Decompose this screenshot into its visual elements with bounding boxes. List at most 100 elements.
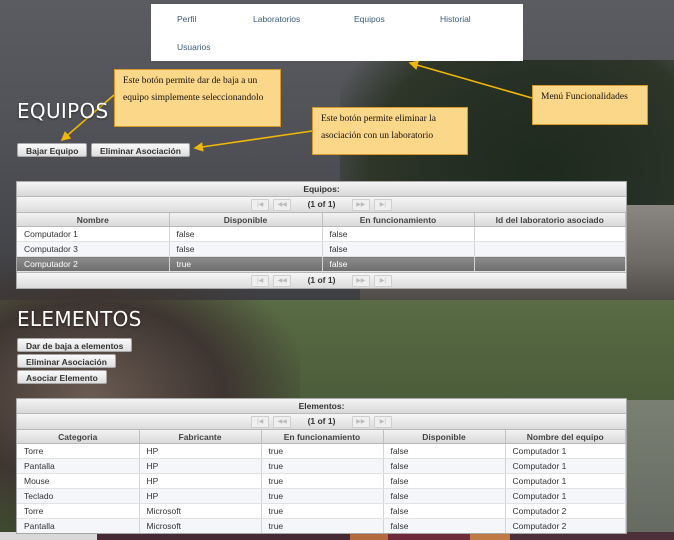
prev-page-button[interactable]: ◀◀ [273,415,292,428]
menu-item-usuarios[interactable]: Usuarios [177,42,211,52]
cell: true [261,443,384,459]
next-page-button[interactable]: ▶▶ [351,415,370,428]
cell: false [322,241,475,257]
cell: false [322,256,475,272]
table-row[interactable]: Torre HP true false Computador 1 [17,443,626,459]
cell: true [169,256,323,272]
menu-item-historial[interactable]: Historial [440,14,471,24]
col-fabricante[interactable]: Fabricante [139,430,262,444]
cell: Computador 1 [505,473,626,489]
table-row[interactable]: Torre Microsoft true false Computador 2 [17,503,626,519]
equipos-grid: Nombre Disponible En funcionamiento Id d… [17,213,626,272]
cell: Microsoft [139,518,262,533]
cell: Mouse [17,473,140,489]
cell: false [169,241,323,257]
callout-bajar: Este botón permite dar de baja a un equi… [114,69,281,127]
cell: Computador 3 [17,241,170,257]
cell: false [322,226,475,242]
first-page-button[interactable]: |◀ [251,415,270,428]
callout-menu: Menú Funcionalidades [532,85,648,125]
asociar-elemento-button[interactable]: Asociar Elemento [17,370,107,384]
equipos-pager-bottom: |◀ ◀◀ (1 of 1) ▶▶ ▶| [17,272,626,288]
eliminar-asociacion-button[interactable]: Eliminar Asociación [91,143,190,157]
col-nombre[interactable]: Nombre [17,213,170,227]
cell: true [261,458,384,474]
table-row[interactable]: Pantalla HP true false Computador 1 [17,458,626,474]
elementos-table-caption: Elementos: [17,399,626,414]
cell: Computador 2 [505,518,626,533]
last-page-button[interactable]: ▶| [373,274,392,287]
cell: false [383,518,506,533]
cell [474,256,626,272]
page-indicator: (1 of 1) [307,416,336,427]
cell: Computador 1 [505,458,626,474]
table-row[interactable]: Pantalla Microsoft true false Computador… [17,518,626,533]
col-disponible[interactable]: Disponible [169,213,323,227]
cell: HP [139,473,262,489]
dar-de-baja-elementos-button[interactable]: Dar de baja a elementos [17,338,133,352]
cell: Torre [17,503,140,519]
elementos-table: Elementos: |◀ ◀◀ (1 of 1) ▶▶ ▶| Categoria … [16,398,627,534]
cell [474,226,626,242]
equipos-title: EQUIPOS [17,99,109,123]
first-page-button[interactable]: |◀ [251,274,270,287]
cell: true [261,503,384,519]
menu-item-laboratorios[interactable]: Laboratorios [253,14,300,24]
elementos-grid: Categoria Fabricante En funcionamiento D… [17,430,626,533]
top-menu: Perfil Laboratorios Equipos Historial Us… [151,4,523,61]
prev-page-button[interactable]: ◀◀ [273,198,292,211]
cell: false [383,503,506,519]
cell: false [383,488,506,504]
page-indicator: (1 of 1) [307,275,336,286]
table-row[interactable]: Computador 1 false false [17,226,626,242]
col-en-funcionamiento[interactable]: En funcionamiento [261,430,384,444]
callout-eliminar: Este botón permite eliminar la asociació… [312,107,468,155]
cell: false [383,443,506,459]
cell: false [383,473,506,489]
page-indicator: (1 of 1) [307,199,336,210]
table-row[interactable]: Computador 3 false false [17,241,626,257]
cell: true [261,473,384,489]
cell: HP [139,488,262,504]
last-page-button[interactable]: ▶| [373,198,392,211]
table-row-selected[interactable]: Computador 2 true false [17,256,626,272]
cell: false [383,458,506,474]
cell: Pantalla [17,458,140,474]
menu-item-equipos[interactable]: Equipos [354,14,385,24]
col-disponible[interactable]: Disponible [383,430,506,444]
cell: Torre [17,443,140,459]
col-nombre-equipo[interactable]: Nombre del equipo [505,430,626,444]
cell: Computador 2 [505,503,626,519]
first-page-button[interactable]: |◀ [251,198,270,211]
cell: Pantalla [17,518,140,533]
cell: Computador 2 [17,256,170,272]
cell: Computador 1 [17,226,170,242]
cell: HP [139,458,262,474]
col-en-funcionamiento[interactable]: En funcionamiento [322,213,475,227]
cell: false [169,226,323,242]
table-row[interactable]: Teclado HP true false Computador 1 [17,488,626,504]
last-page-button[interactable]: ▶| [373,415,392,428]
cell: Microsoft [139,503,262,519]
cell: Computador 1 [505,488,626,504]
cell: true [261,488,384,504]
next-page-button[interactable]: ▶▶ [351,274,370,287]
menu-item-perfil[interactable]: Perfil [177,14,196,24]
elementos-title: ELEMENTOS [17,307,142,331]
cell: HP [139,443,262,459]
col-id-laboratorio[interactable]: Id del laboratorio asociado [474,213,626,227]
cell [474,241,626,257]
equipos-table-caption: Equipos: [17,182,626,197]
equipos-pager-top: |◀ ◀◀ (1 of 1) ▶▶ ▶| [17,197,626,213]
cell: Teclado [17,488,140,504]
equipos-table: Equipos: |◀ ◀◀ (1 of 1) ▶▶ ▶| Nombre Dispo… [16,181,627,289]
prev-page-button[interactable]: ◀◀ [273,274,292,287]
eliminar-asociacion-elemento-button[interactable]: Eliminar Asociación [17,354,116,368]
bajar-equipo-button[interactable]: Bajar Equipo [17,143,88,157]
table-row[interactable]: Mouse HP true false Computador 1 [17,473,626,489]
col-categoria[interactable]: Categoria [17,430,140,444]
cell: Computador 1 [505,443,626,459]
next-page-button[interactable]: ▶▶ [351,198,370,211]
elementos-pager-top: |◀ ◀◀ (1 of 1) ▶▶ ▶| [17,414,626,430]
cell: true [261,518,384,533]
